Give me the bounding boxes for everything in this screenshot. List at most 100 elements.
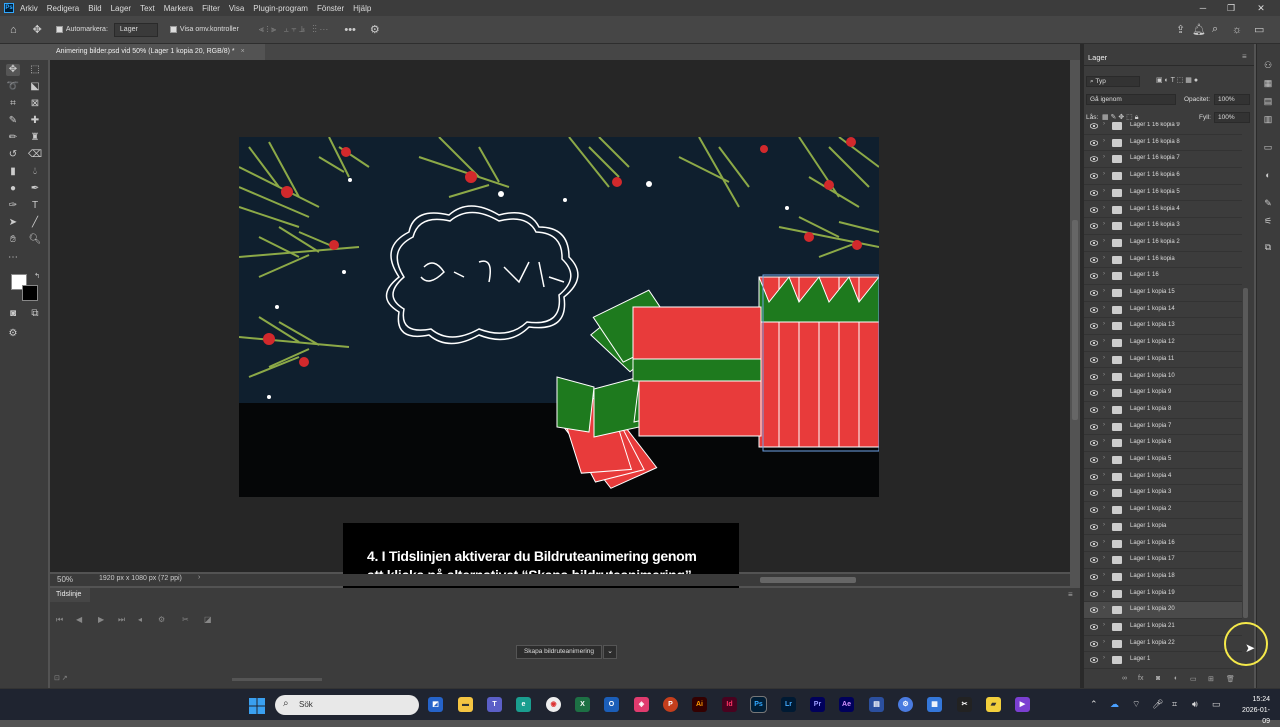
- line-tool-icon[interactable]: ╱: [28, 217, 42, 229]
- chevron-right-icon[interactable]: ›: [1103, 589, 1105, 595]
- menu-lager[interactable]: Lager: [111, 4, 131, 13]
- menu-plugin[interactable]: Plugin-program: [253, 4, 308, 13]
- next-frame-icon[interactable]: ⏭: [118, 615, 125, 625]
- visibility-eye-icon[interactable]: [1090, 590, 1098, 597]
- chevron-right-icon[interactable]: ›: [1103, 288, 1105, 294]
- tab-timeline[interactable]: Tidslinje: [50, 588, 90, 602]
- document-tab[interactable]: Animering bilder.psd vid 50% (Lager 1 ko…: [50, 44, 265, 60]
- visibility-eye-icon[interactable]: [1090, 457, 1098, 463]
- bell-icon[interactable]: 🔔︎: [1192, 23, 1206, 36]
- visibility-eye-icon[interactable]: [1090, 223, 1098, 229]
- layer-row[interactable]: › Lager 1 kopia 22: [1084, 636, 1242, 653]
- zoom-slider[interactable]: [232, 678, 322, 681]
- menu-bild[interactable]: Bild: [88, 4, 101, 13]
- visibility-eye-icon[interactable]: [1090, 356, 1098, 363]
- home-icon[interactable]: ⌂: [10, 24, 17, 36]
- photos-icon[interactable]: ◈: [634, 697, 649, 712]
- chevron-right-icon[interactable]: ›: [1103, 305, 1105, 311]
- move-tool-icon[interactable]: ✥: [33, 23, 42, 36]
- frame-tool-icon[interactable]: ⊠: [28, 98, 42, 110]
- visibility-eye-icon[interactable]: [1090, 657, 1098, 664]
- visibility-eye-icon[interactable]: [1090, 173, 1098, 179]
- more-options-icon[interactable]: •••: [344, 24, 356, 36]
- fx-icon[interactable]: fx: [1138, 675, 1143, 682]
- crop-tool-icon[interactable]: ⌗: [6, 98, 20, 110]
- layer-row[interactable]: › Lager 1 16 kopia 7: [1084, 151, 1242, 169]
- layer-row[interactable]: › Lager 1 kopia: [1084, 519, 1242, 536]
- visibility-eye-icon[interactable]: [1090, 423, 1098, 430]
- brush-settings-icon[interactable]: ✎: [1262, 198, 1274, 208]
- visibility-eye-icon[interactable]: [1090, 123, 1098, 129]
- taskbar-search[interactable]: ⌕ Sök: [275, 695, 419, 715]
- layers-comp-icon[interactable]: ⧉: [1262, 242, 1274, 252]
- blend-mode-dropdown[interactable]: Gå igenom: [1086, 94, 1176, 105]
- chevron-right-icon[interactable]: ›: [1103, 639, 1105, 645]
- layer-row[interactable]: › Lager 1 kopia 9: [1084, 385, 1242, 402]
- layer-row[interactable]: › Lager 1 kopia 21: [1084, 619, 1242, 636]
- menu-filter[interactable]: Filter: [202, 4, 220, 13]
- libraries-icon[interactable]: ▭: [1262, 142, 1274, 152]
- menu-visa[interactable]: Visa: [229, 4, 244, 13]
- visibility-eye-icon[interactable]: [1090, 523, 1098, 530]
- chevron-right-icon[interactable]: ›: [1103, 655, 1105, 661]
- first-frame-icon[interactable]: ⏮: [56, 615, 63, 625]
- previous-frame-icon[interactable]: ◀: [76, 615, 82, 624]
- cut-icon[interactable]: ✂: [182, 615, 189, 624]
- type-tool-icon[interactable]: T: [28, 200, 42, 212]
- layer-row[interactable]: › Lager 1 kopia 16: [1084, 536, 1242, 553]
- object-select-icon[interactable]: ⬕: [28, 81, 42, 93]
- layer-row[interactable]: › Lager 1 kopia 17: [1084, 552, 1242, 569]
- layer-row[interactable]: › Lager 1 kopia 20: [1084, 602, 1242, 619]
- chevron-right-icon[interactable]: ›: [1103, 255, 1105, 261]
- layer-row[interactable]: › Lager 1 16 kopia 8: [1084, 135, 1242, 152]
- gear-icon[interactable]: ⚙: [370, 23, 380, 36]
- transition-icon[interactable]: ◪: [204, 615, 212, 624]
- swap-colors-icon[interactable]: ↰: [30, 271, 44, 283]
- pen-tool-icon[interactable]: ✒: [28, 183, 42, 195]
- close-tab-icon[interactable]: ×: [241, 48, 245, 55]
- layer-row[interactable]: › Lager 1 kopia 14: [1084, 302, 1242, 319]
- edit-toolbar-icon[interactable]: ⋯: [6, 252, 20, 264]
- calendar-icon[interactable]: ▦: [927, 697, 942, 712]
- layer-row[interactable]: › Lager 1 kopia 3: [1084, 485, 1242, 503]
- menu-fonster[interactable]: Fönster: [317, 4, 344, 13]
- visibility-eye-icon[interactable]: [1090, 156, 1098, 163]
- layer-row[interactable]: › Lager 1 kopia 4: [1084, 469, 1242, 486]
- visibility-eye-icon[interactable]: [1090, 139, 1098, 146]
- visibility-eye-icon[interactable]: [1090, 323, 1098, 330]
- chevron-right-icon[interactable]: ›: [1103, 438, 1105, 444]
- chevron-right-icon[interactable]: ›: [1103, 405, 1105, 411]
- layer-row[interactable]: › Lager 1 16 kopia: [1084, 252, 1242, 269]
- layer-row[interactable]: › Lager 1 16 kopia 6: [1084, 168, 1242, 185]
- minimize-icon[interactable]: ─: [1190, 0, 1216, 16]
- layer-row[interactable]: › Lager 1 kopia 10: [1084, 369, 1242, 386]
- color-panel-icon[interactable]: ⚇: [1262, 60, 1274, 70]
- visibility-eye-icon[interactable]: [1090, 256, 1098, 263]
- visibility-eye-icon[interactable]: [1090, 490, 1098, 497]
- lock-icons[interactable]: ▦ ✎ ✥ ⬚ 🔒︎: [1102, 113, 1138, 122]
- photoshop-logo-icon[interactable]: Ps: [4, 3, 14, 13]
- chevron-right-icon[interactable]: ›: [1103, 539, 1105, 545]
- gradient-tool-icon[interactable]: ▮: [6, 166, 20, 178]
- zoom-level[interactable]: 50%: [57, 575, 73, 584]
- opacity-field[interactable]: 100%: [1214, 94, 1250, 105]
- chevron-right-icon[interactable]: ›: [1103, 505, 1105, 511]
- chevron-right-icon[interactable]: ›: [1103, 372, 1105, 378]
- tray-chevron-icon[interactable]: ⌃: [1090, 699, 1098, 710]
- layer-row[interactable]: › Lager 1 kopia 6: [1084, 435, 1242, 452]
- visibility-eye-icon[interactable]: [1090, 390, 1098, 396]
- patterns-icon[interactable]: ▥: [1262, 114, 1274, 124]
- new-group-icon[interactable]: ▭: [1190, 675, 1197, 683]
- visibility-eye-icon[interactable]: [1090, 206, 1098, 213]
- visibility-eye-icon[interactable]: [1090, 607, 1098, 614]
- onedrive-icon[interactable]: ☁: [1110, 699, 1119, 710]
- chevron-right-icon[interactable]: ›: [1103, 388, 1105, 394]
- properties-icon[interactable]: ⚟: [1262, 216, 1274, 226]
- wifi-icon[interactable]: ⌔: [1132, 699, 1140, 710]
- extras-icon[interactable]: ⚙: [6, 328, 20, 340]
- layer-row[interactable]: › Lager 1 kopia 13: [1084, 318, 1242, 336]
- trash-icon[interactable]: 🗑︎: [1226, 675, 1235, 683]
- new-layer-icon[interactable]: ⊞: [1208, 675, 1214, 683]
- move-tool-icon[interactable]: ✥: [6, 64, 20, 76]
- share-icon[interactable]: ⇪: [1176, 23, 1185, 36]
